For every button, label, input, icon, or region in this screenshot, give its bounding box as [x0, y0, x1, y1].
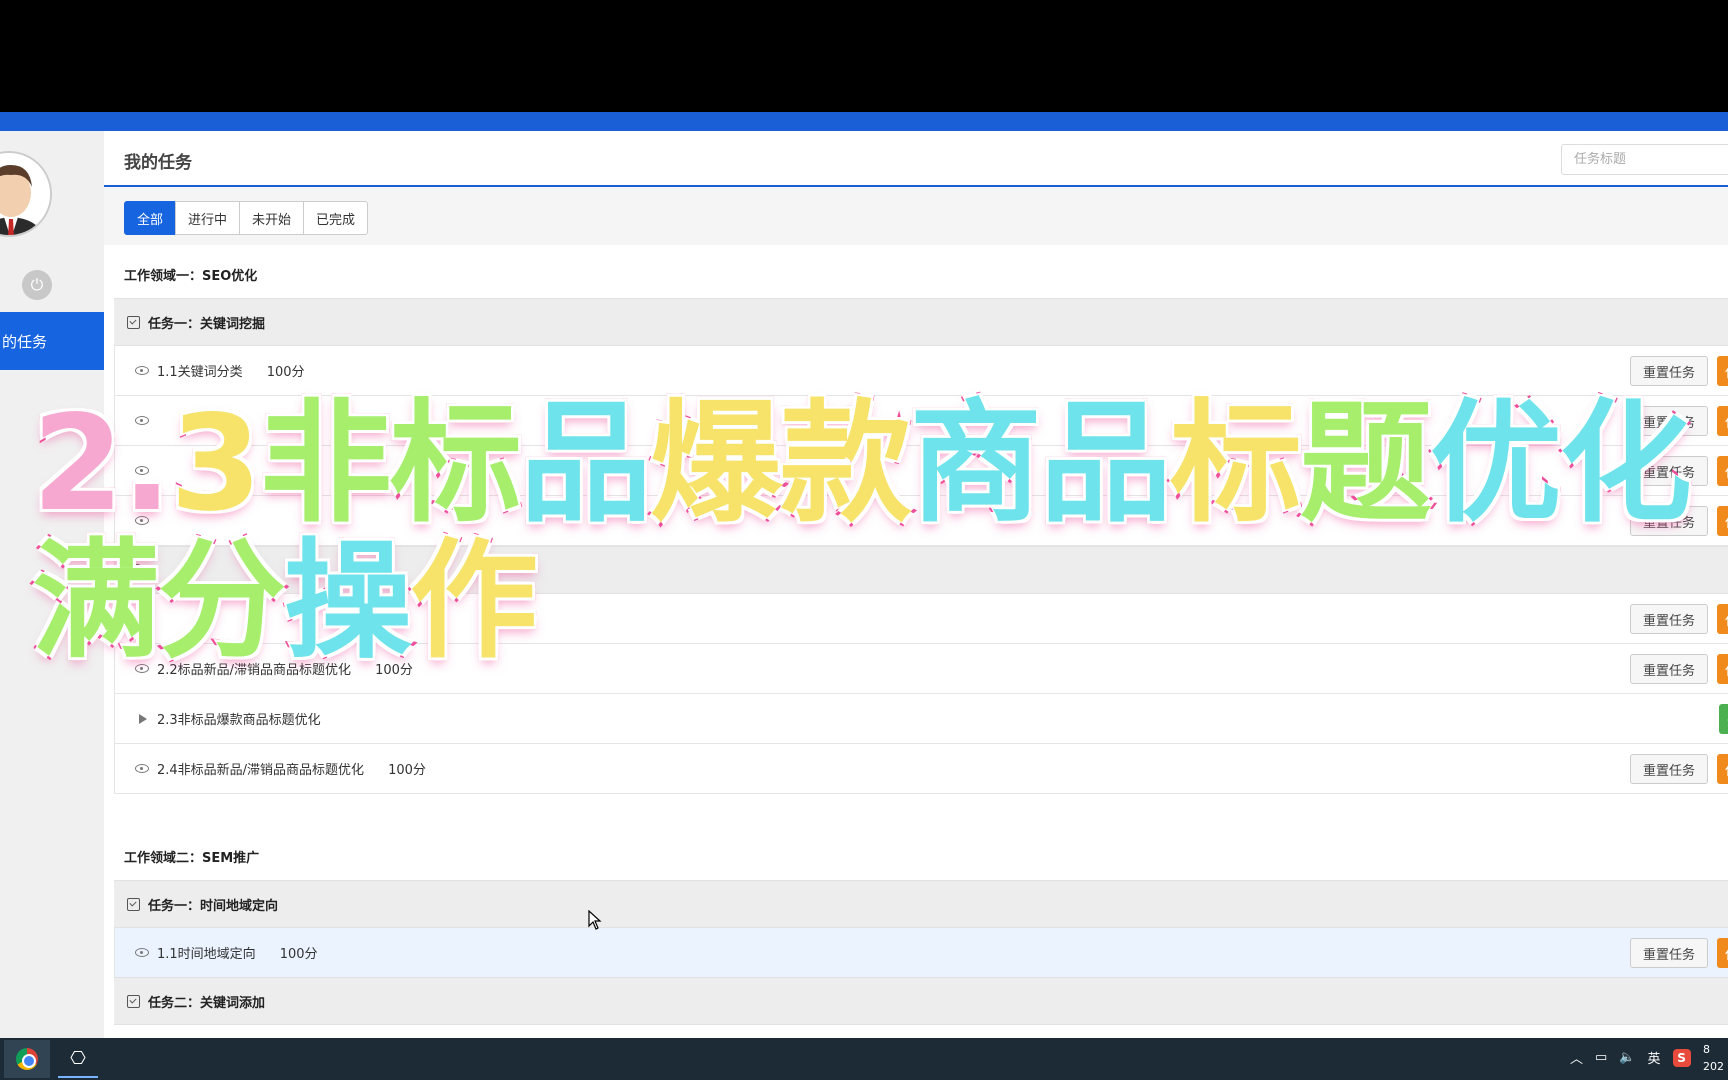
app-icon: ⎔: [70, 1047, 86, 1069]
ime-indicator[interactable]: 英: [1648, 1048, 1661, 1067]
overlay-segment: 商品: [907, 387, 1175, 541]
panel-header: 我的任务: [104, 131, 1728, 187]
task-action-button[interactable]: 任: [1717, 654, 1728, 684]
overlay-segment: 满分: [29, 527, 289, 676]
item-label: 1.1关键词分类: [157, 365, 243, 380]
item-score: 100分: [266, 365, 305, 380]
item-label: 2.3非标品爆款商品标题优化: [157, 713, 321, 728]
mouse-cursor-icon: [588, 910, 602, 930]
tab-completed[interactable]: 已完成: [303, 201, 369, 235]
item-score: 100分: [388, 763, 426, 778]
clock[interactable]: 8 202: [1703, 1041, 1724, 1075]
clock-time: 8: [1703, 1043, 1710, 1056]
reset-task-button[interactable]: 重置任务: [1630, 938, 1708, 968]
network-icon[interactable]: ▭: [1595, 1050, 1607, 1065]
chrome-taskbar-button[interactable]: [4, 1040, 50, 1078]
task-title: 任务一：关键词挖掘: [148, 316, 266, 332]
item-label: 2.4非标品新品/滞销品商品标题优化: [157, 763, 365, 778]
task-check-icon: [127, 994, 140, 1008]
sogou-icon[interactable]: S: [1672, 1048, 1691, 1067]
task-header[interactable]: 任务一：关键词挖掘: [114, 298, 1728, 346]
task-check-icon: [127, 897, 140, 911]
play-icon: [139, 713, 147, 724]
search-input[interactable]: [1561, 144, 1728, 175]
overlay-segment: 爆款: [647, 387, 915, 541]
task-action-button[interactable]: 任: [1717, 604, 1728, 634]
task-action-button[interactable]: 任: [1717, 356, 1728, 386]
eye-icon: [135, 948, 149, 957]
clock-date: 202: [1703, 1060, 1724, 1073]
filter-tabs: 全部 进行中 未开始 已完成: [124, 201, 369, 235]
tab-in-progress[interactable]: 进行中: [175, 201, 241, 235]
page-title: 我的任务: [124, 153, 192, 173]
reset-task-button[interactable]: 重置任务: [1630, 604, 1708, 634]
overlay-segment: 题: [1297, 387, 1435, 541]
chrome-icon: [16, 1048, 38, 1070]
app-header-bar: [0, 112, 1728, 131]
reset-task-button[interactable]: 重置任务: [1630, 356, 1708, 386]
item-label: 1.1时间地域定向: [157, 947, 256, 962]
overlay-segment: 优化: [1427, 387, 1695, 541]
overlay-segment: 非标: [257, 387, 525, 541]
reset-task-button[interactable]: 重置任务: [1630, 754, 1708, 784]
eye-icon: [135, 366, 149, 375]
tab-not-started[interactable]: 未开始: [239, 201, 305, 235]
os-taskbar: ⎔ ︿ ▭ 🔈 英 S 8 202: [0, 1038, 1728, 1080]
task-title: 任务二：关键词添加: [148, 995, 266, 1011]
task-title: 任务一：时间地域定向: [148, 898, 279, 914]
power-icon[interactable]: ⏻: [22, 270, 52, 300]
list-item[interactable]: 2.4非标品新品/滞销品商品标题优化 100分 重置任务 任: [114, 744, 1728, 794]
overlay-segment: 标: [1167, 387, 1305, 541]
task-check-icon: [127, 315, 140, 329]
system-tray: ︿ ▭ 🔈 英 S: [1570, 1048, 1691, 1067]
sidebar-item-label: 的任务: [2, 332, 48, 351]
work-area-card: 工作领域二：SEM推广 任务一：时间地域定向 1.1时间地域定向 100分 重置…: [104, 827, 1728, 1038]
start-task-button[interactable]: 开: [1719, 704, 1728, 734]
list-item[interactable]: 1.1时间地域定向 100分 重置任务 任: [114, 928, 1728, 978]
list-item[interactable]: 2.3非标品爆款商品标题优化 开: [114, 694, 1728, 744]
volume-icon[interactable]: 🔈: [1619, 1050, 1635, 1065]
task-action-button[interactable]: 任: [1717, 506, 1728, 536]
tab-all[interactable]: 全部: [124, 201, 177, 235]
task-action-button[interactable]: 任: [1717, 938, 1728, 968]
eye-icon: [135, 764, 149, 773]
reset-task-button[interactable]: 重置任务: [1630, 654, 1708, 684]
item-score: 100分: [279, 947, 318, 962]
screen: ⏻ 的任务 我的任务 全部 进行中 未开始 已完成 工作领域一：SEO优化 任务…: [0, 0, 1728, 1080]
overlay-segment: 品: [517, 387, 655, 541]
task-action-button[interactable]: 任: [1717, 406, 1728, 436]
overlay-headline-line2: 满分操作: [29, 535, 541, 669]
overlay-segment: 2.: [29, 387, 175, 541]
task-action-button[interactable]: 任: [1717, 754, 1728, 784]
sidebar-item-my-tasks[interactable]: 的任务: [0, 312, 104, 370]
task-header[interactable]: 任务二：关键词添加: [114, 977, 1728, 1025]
taskbar-app-button[interactable]: ⎔: [58, 1040, 98, 1078]
work-area-title: 工作领域一：SEO优化: [124, 269, 258, 284]
work-area-title: 工作领域二：SEM推广: [124, 851, 260, 866]
overlay-headline-line1: 2.3非标品爆款商品标题优化: [29, 395, 1695, 533]
task-action-button[interactable]: 任: [1717, 456, 1728, 486]
task-header[interactable]: 任务一：时间地域定向: [114, 880, 1728, 928]
overlay-segment: 3: [167, 387, 265, 541]
avatar[interactable]: [0, 151, 52, 237]
overlay-segment: 作: [407, 527, 541, 676]
overlay-segment: 操: [281, 527, 415, 676]
chevron-up-icon[interactable]: ︿: [1570, 1048, 1583, 1067]
